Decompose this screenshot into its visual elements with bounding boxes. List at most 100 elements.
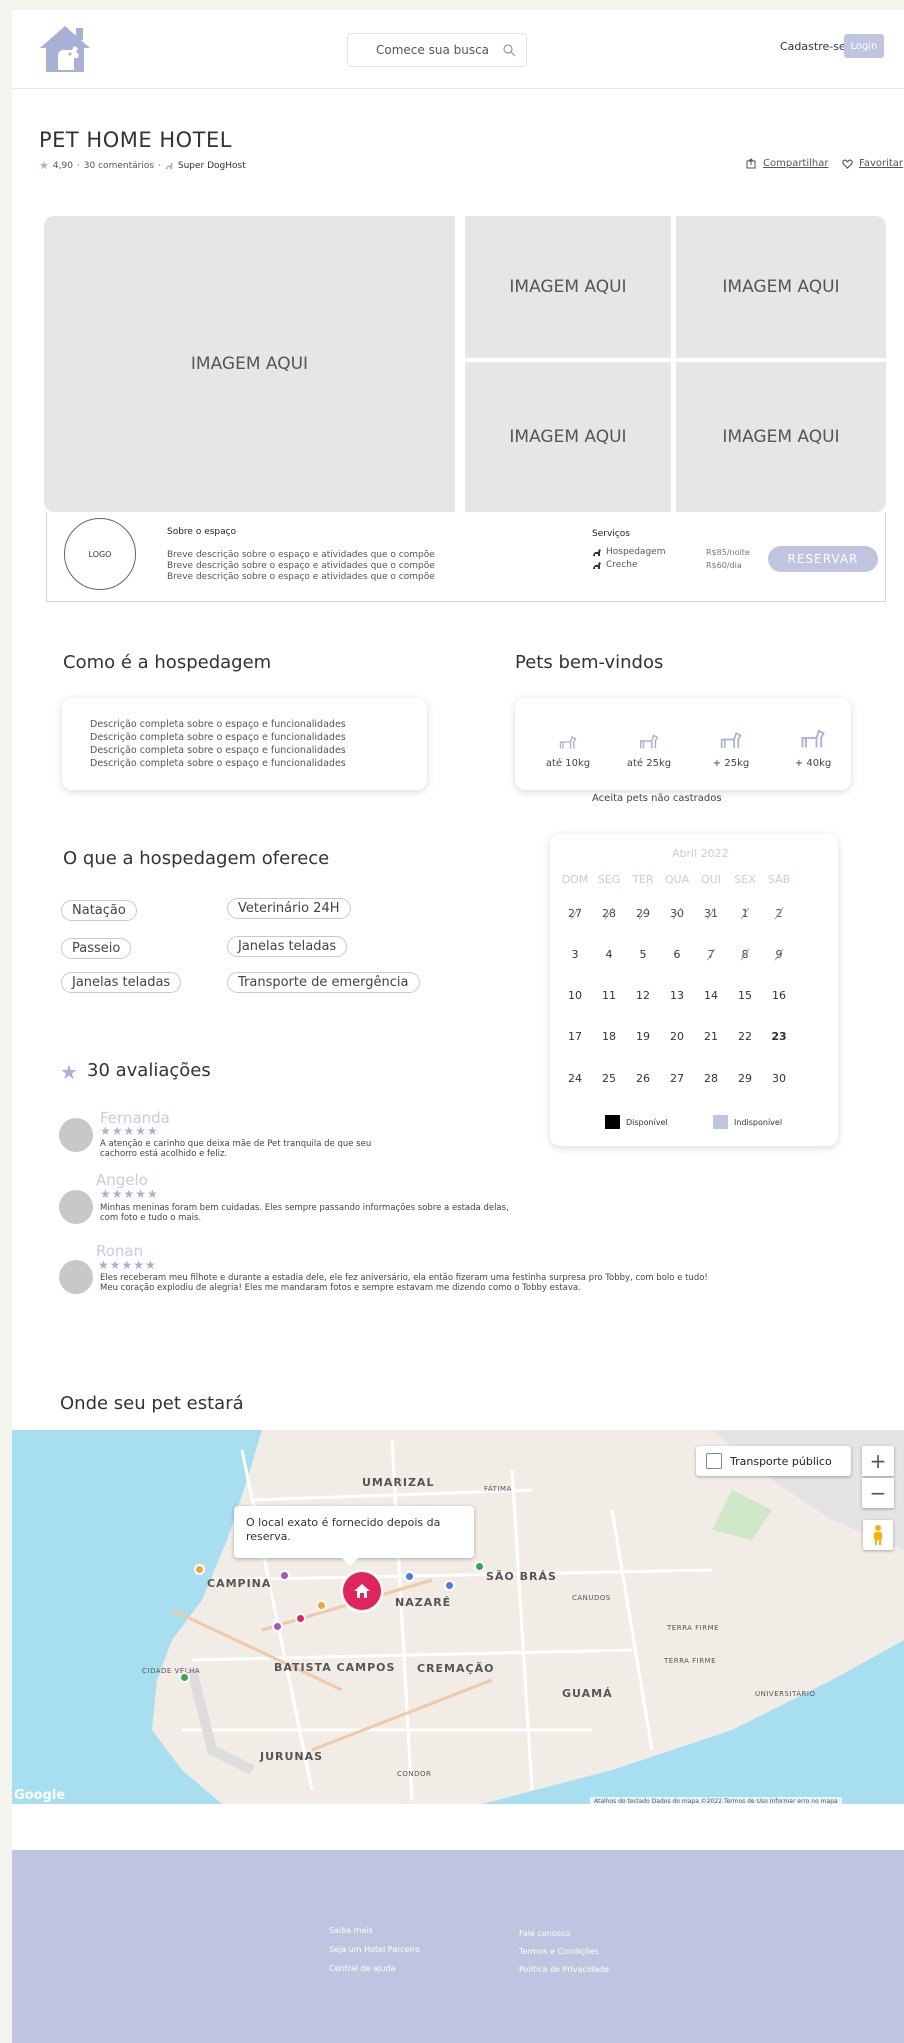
gallery-thumb-4[interactable]: IMAGEM AQUI [676,362,886,512]
calendar-day[interactable]: 18 [592,1030,626,1043]
calendar-day[interactable]: 5 [626,948,660,961]
review-line: cachorro está acolhido e feliz. [100,1149,228,1159]
calendar-day[interactable]: 25 [592,1072,626,1085]
calendar-day[interactable]: 24 [558,1072,592,1085]
pet-size-label: + 40kg [794,758,832,769]
transport-label: Transporte público [730,1454,832,1468]
avatar [59,1190,93,1224]
calendar-day[interactable]: 9 [762,948,796,961]
gallery-main-image[interactable]: IMAGEM AQUI [44,216,455,512]
calendar-day[interactable]: 8 [728,948,762,961]
signup-link[interactable]: Cadastre-se [780,40,846,53]
logo-house-icon[interactable] [36,20,94,78]
map-land[interactable] [12,1430,904,1804]
search-box[interactable]: Comece sua busca [347,33,527,67]
calendar-day[interactable]: 19 [626,1030,660,1043]
poi-marker-icon[interactable] [474,1561,485,1572]
poi-marker-icon[interactable] [444,1580,455,1591]
calendar-day[interactable]: 10 [558,989,592,1002]
calendar-day[interactable]: 29 [728,1072,762,1085]
calendar-day[interactable]: 11 [592,989,626,1002]
transport-checkbox[interactable] [706,1453,722,1469]
calendar-day[interactable]: 26 [626,1072,660,1085]
footer-link-contact[interactable]: Fale conosco [519,1929,570,1938]
calendar-day[interactable]: 4 [592,948,626,961]
reviews-title: 30 avaliações [87,1060,211,1081]
favorite-button[interactable]: Favoritar [842,158,903,169]
calendar-day[interactable]: 29 [626,907,660,920]
map-neighborhood-label: CREMAÇÃO [417,1662,495,1675]
calendar-day[interactable]: 1 [728,907,762,920]
calendar-day[interactable]: 6 [660,948,694,961]
calendar-day[interactable]: 12 [626,989,660,1002]
gallery-thumb-1[interactable]: IMAGEM AQUI [465,216,671,358]
search-icon[interactable] [502,43,516,57]
service-item: Hospedagem [592,547,665,557]
comments-link[interactable]: 30 comentários [84,161,154,171]
rating-value: 4,90 [52,160,73,171]
calendar-day[interactable]: 16 [762,989,796,1002]
stay-line: Descrição completa sobre o espaço e func… [90,758,346,769]
review-line: Meu coração explodiu de alegria! Eles me… [100,1283,581,1293]
map-attribution[interactable]: Atalhos do teclado Dados do mapa ©2022 T… [590,1797,842,1806]
calendar-day[interactable]: 28 [694,1072,728,1085]
meta-separator: · [76,160,80,171]
footer-link-partner[interactable]: Seja um Hotel Parceiro [329,1945,420,1954]
zoom-out-button[interactable]: − [862,1478,894,1508]
search-placeholder[interactable]: Comece sua busca [376,43,502,57]
favorite-label[interactable]: Favoritar [859,158,903,169]
home-pin-icon[interactable] [343,1572,381,1610]
calendar-day[interactable]: 20 [660,1030,694,1043]
login-button[interactable]: Login [844,34,884,58]
dog-icon [165,162,173,170]
gallery-thumb-2[interactable]: IMAGEM AQUI [676,216,886,358]
street-view-pegman-icon[interactable] [863,1520,893,1550]
calendar-day[interactable]: 28 [592,907,626,920]
calendar-day[interactable]: 23 [762,1030,796,1043]
about-title: Sobre o espaço [167,527,237,537]
footer-link-learn-more[interactable]: Saiba mais [329,1926,373,1935]
page-title: PET HOME HOTEL [39,128,232,152]
map-neighborhood-label: BATISTA CAMPOS [274,1661,396,1674]
about-line: Breve descrição sobre o espaço e ativida… [167,572,435,582]
share-label[interactable]: Compartilhar [763,158,828,169]
poi-marker-icon[interactable] [279,1570,290,1581]
pegman-icon [874,1525,882,1545]
poi-marker-icon[interactable] [179,1672,190,1683]
poi-marker-icon[interactable] [316,1600,327,1611]
footer-link-help[interactable]: Central de ajuda [329,1964,395,1973]
poi-marker-icon[interactable] [404,1571,415,1582]
location-tooltip: O local exato é fornecido depois da rese… [234,1506,474,1566]
calendar-day[interactable]: 27 [660,1072,694,1085]
map-neighborhood-label: UNIVERSITÁRIO [755,1690,816,1698]
poi-marker-icon[interactable] [194,1564,205,1575]
calendar-day[interactable]: 22 [728,1030,762,1043]
calendar-day[interactable]: 17 [558,1030,592,1043]
footer-link-terms[interactable]: Termos e Condições [519,1947,599,1956]
calendar-day[interactable]: 7 [694,948,728,961]
map-neighborhood-label: CAMPINA [207,1577,272,1590]
pet-size-plus40kg: + 40kg [778,724,848,769]
reserve-button[interactable]: RESERVAR [768,546,878,572]
poi-marker-icon[interactable] [272,1621,283,1632]
header-divider [12,88,904,89]
share-button[interactable]: Compartilhar [746,158,828,169]
zoom-in-button[interactable]: + [862,1446,894,1476]
calendar-day[interactable]: 21 [694,1030,728,1043]
calendar-weekday: QUA [664,873,690,886]
calendar-day[interactable]: 30 [762,1072,796,1085]
public-transport-toggle[interactable]: Transporte público [696,1446,851,1476]
footer-link-privacy[interactable]: Política de Privacidade [519,1965,609,1974]
poi-marker-icon[interactable] [295,1613,306,1624]
calendar-day[interactable]: 15 [728,989,762,1002]
calendar-day[interactable]: 3 [558,948,592,961]
map[interactable] [12,1430,904,1804]
map-neighborhood-label: CONDOR [397,1770,432,1778]
calendar-day[interactable]: 30 [660,907,694,920]
calendar-day[interactable]: 31 [694,907,728,920]
calendar-day[interactable]: 27 [558,907,592,920]
calendar-day[interactable]: 2 [762,907,796,920]
calendar-day[interactable]: 14 [694,989,728,1002]
gallery-thumb-3[interactable]: IMAGEM AQUI [465,362,671,512]
calendar-day[interactable]: 13 [660,989,694,1002]
